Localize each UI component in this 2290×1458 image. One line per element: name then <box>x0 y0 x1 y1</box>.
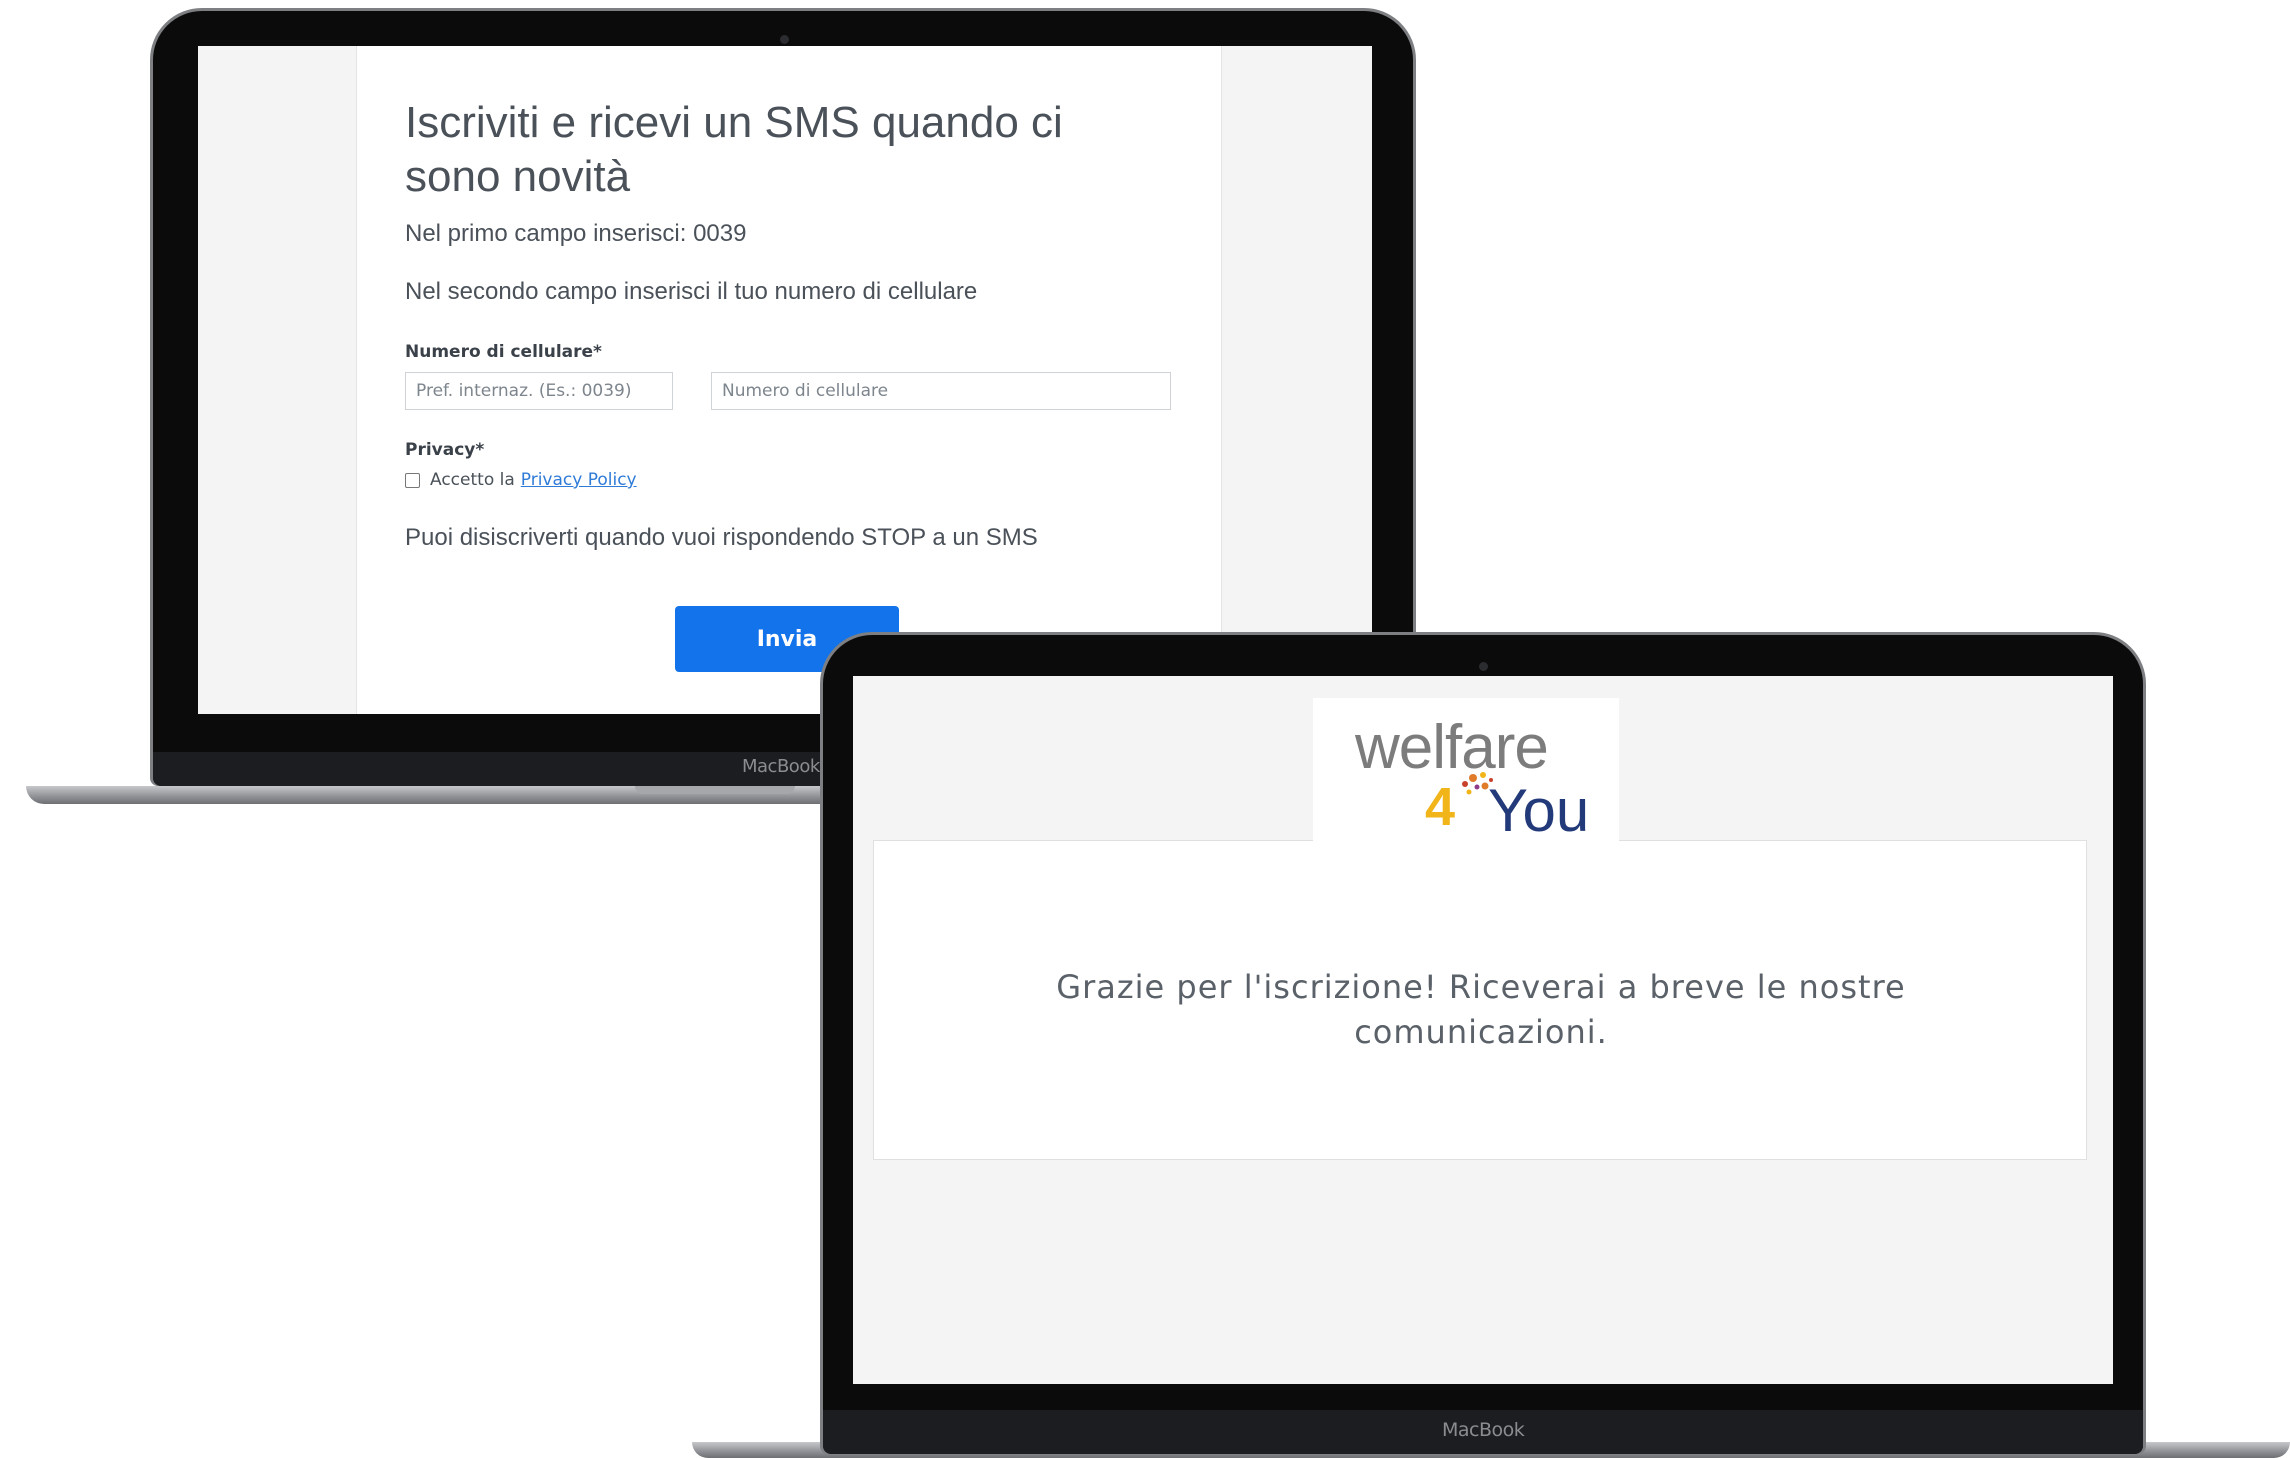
confirmation-message: Grazie per l'iscrizione! Riceverai a bre… <box>1056 968 1906 1051</box>
signup-screen: Iscriviti e ricevi un SMS quando ci sono… <box>198 46 1372 714</box>
prefix-input[interactable]: Pref. internaz. (Es.: 0039) <box>405 372 673 410</box>
logo-digit: 4 <box>1425 777 1456 837</box>
instruction-prefix: Nel primo campo inserisci: 0039 <box>405 220 747 247</box>
phone-number-input[interactable]: Numero di cellulare <box>711 372 1171 410</box>
privacy-policy-link[interactable]: Privacy Policy <box>521 470 637 490</box>
camera-icon <box>780 35 789 44</box>
privacy-consent: Accetto la Privacy Policy <box>405 470 637 490</box>
signup-form: Iscriviti e ricevi un SMS quando ci sono… <box>356 46 1222 714</box>
laptop-thankyou: Grazie per l'iscrizione! Riceverai a bre… <box>690 630 2290 1458</box>
device-brand: MacBook <box>1442 1419 1525 1441</box>
privacy-consent-text: Accetto la <box>430 470 515 490</box>
form-title: Iscriviti e ricevi un SMS quando ci sono… <box>405 98 1063 201</box>
privacy-label: Privacy* <box>405 440 485 460</box>
camera-icon <box>1479 662 1488 671</box>
instruction-number: Nel secondo campo inserisci il tuo numer… <box>405 278 978 305</box>
logo-text-welfare: welfare <box>1355 713 1549 782</box>
logo-text-you: You <box>1488 777 1590 844</box>
privacy-checkbox[interactable] <box>405 472 420 488</box>
thankyou-screen: Grazie per l'iscrizione! Riceverai a bre… <box>853 676 2113 1384</box>
welfare4you-logo: welfare 4 You <box>1313 698 1619 848</box>
unsubscribe-note: Puoi disiscriverti quando vuoi risponden… <box>405 524 1038 551</box>
confirmation-card: Grazie per l'iscrizione! Riceverai a bre… <box>873 840 2087 1160</box>
phone-label: Numero di cellulare* <box>405 342 602 362</box>
